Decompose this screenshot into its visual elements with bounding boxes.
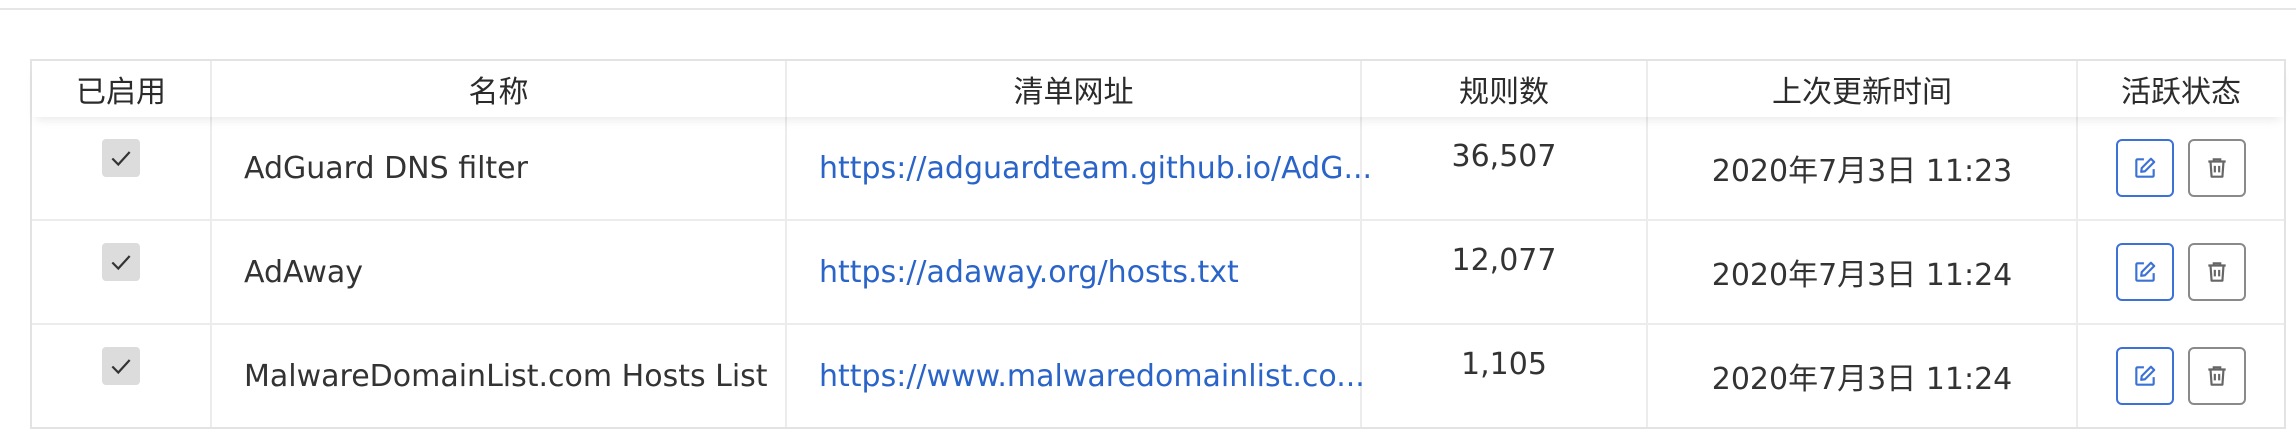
check-icon [111,255,131,271]
filter-name: AdAway [212,221,787,323]
enabled-cell [32,325,212,427]
filter-url-link[interactable]: https://adguardteam.github.io/AdG... [819,151,1372,186]
table-row: MalwareDomainList.com Hosts List https:/… [32,323,2284,427]
top-divider [0,8,2296,10]
trash-icon [2208,366,2226,386]
last-updated: 2020年7月3日 11:24 [1648,325,2078,427]
edit-button[interactable] [2116,139,2174,197]
edit-icon [2135,365,2156,386]
actions-cell [2078,325,2284,427]
url-cell: https://www.malwaredomainlist.co... [787,325,1365,427]
edit-icon [2135,261,2156,282]
enabled-checkbox[interactable] [102,243,140,281]
delete-button[interactable] [2188,139,2246,197]
filter-url-link[interactable]: https://adaway.org/hosts.txt [819,255,1239,290]
edit-icon [2135,157,2156,178]
enabled-checkbox[interactable] [102,347,140,385]
header-name[interactable]: 名称 [212,61,787,117]
edit-button[interactable] [2116,243,2174,301]
last-updated: 2020年7月3日 11:23 [1648,117,2078,219]
filter-name: MalwareDomainList.com Hosts List [212,325,787,427]
rules-count: 12,077 [1362,221,1648,323]
table-row: AdGuard DNS filter https://adguardteam.g… [32,117,2284,219]
rules-count: 36,507 [1362,117,1648,219]
enabled-cell [32,221,212,323]
filter-lists-table: 已启用 名称 清单网址 规则数 上次更新时间 活跃状态 AdGuard DNS … [30,59,2286,429]
trash-icon [2208,158,2226,178]
check-icon [111,151,131,167]
trash-icon [2208,262,2226,282]
last-updated: 2020年7月3日 11:24 [1648,221,2078,323]
filter-name: AdGuard DNS filter [212,117,787,219]
enabled-cell [32,117,212,219]
table-row: AdAway https://adaway.org/hosts.txt 12,0… [32,219,2284,323]
header-rules-count[interactable]: 规则数 [1362,61,1648,117]
header-actions: 活跃状态 [2121,75,2241,110]
delete-button[interactable] [2188,243,2246,301]
rules-count: 1,105 [1362,325,1648,427]
header-url[interactable]: 清单网址 [787,61,1362,117]
edit-button[interactable] [2116,347,2174,405]
filter-url-link[interactable]: https://www.malwaredomainlist.co... [819,359,1365,394]
actions-cell [2078,117,2284,219]
check-icon [111,359,131,375]
delete-button[interactable] [2188,347,2246,405]
url-cell: https://adguardteam.github.io/AdG... [787,117,1372,219]
header-last-updated[interactable]: 上次更新时间 [1648,61,2078,117]
table-header: 已启用 名称 清单网址 规则数 上次更新时间 活跃状态 [32,61,2284,117]
url-cell: https://adaway.org/hosts.txt [787,221,1362,323]
header-enabled[interactable]: 已启用 [32,61,212,117]
actions-cell [2078,221,2284,323]
enabled-checkbox[interactable] [102,139,140,177]
